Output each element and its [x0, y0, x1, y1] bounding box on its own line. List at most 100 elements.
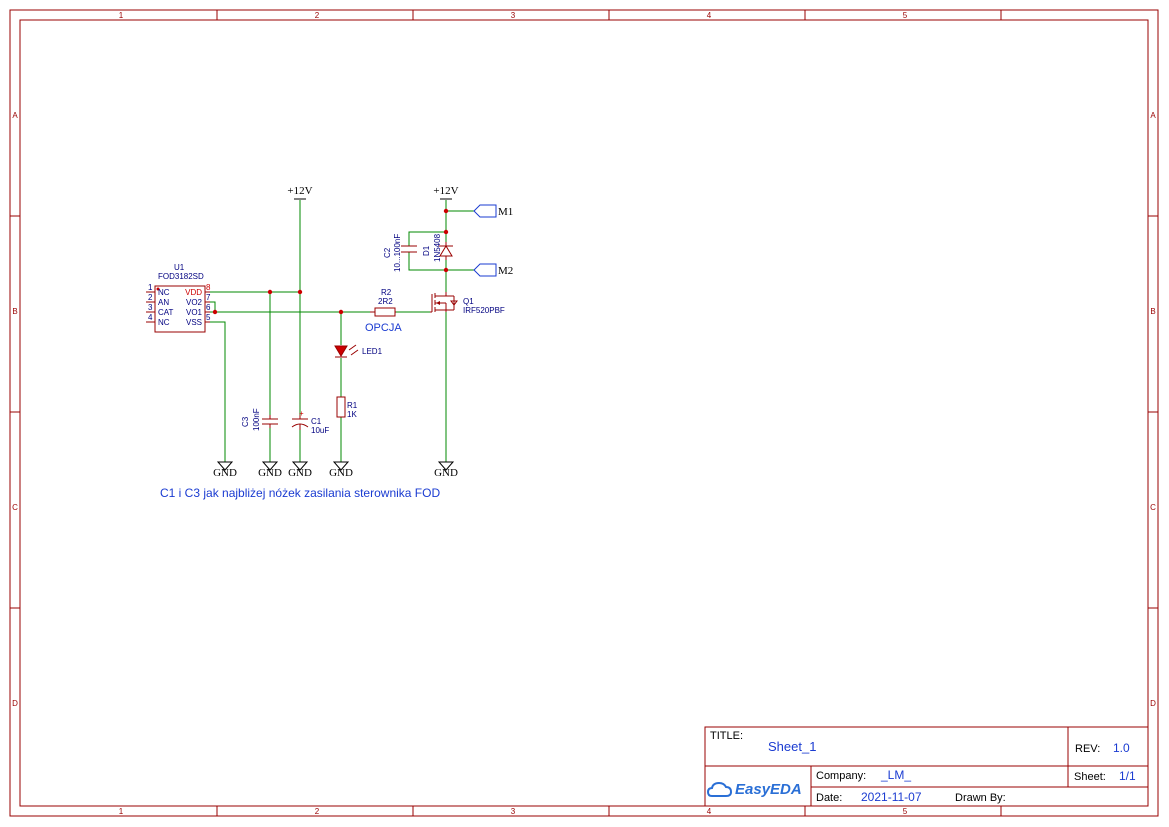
u1-pin4-name: NC	[158, 318, 170, 327]
u1-pin2-name: AN	[158, 298, 169, 307]
junction-m2	[443, 267, 449, 273]
zone-row-b-left: B	[12, 307, 17, 316]
note-caption: C1 i C3 jak najbliżej nóżek zasilania st…	[160, 486, 440, 500]
sheet-value: 1/1	[1119, 769, 1136, 783]
c3-value: 100nF	[252, 408, 261, 431]
schematic-sheet: 1 2 3 4 5 1 2 3 4 5 A B C D A B C D +12V…	[9, 9, 1159, 817]
capacitor-c2: C2 10...100nF	[383, 234, 417, 272]
gnd-label-vss: GND	[213, 467, 237, 479]
zone-row-d-left: D	[12, 699, 18, 708]
junctions	[212, 208, 449, 315]
u1-designator: U1	[174, 263, 185, 272]
gnd-label-r1: GND	[329, 467, 353, 479]
r1-designator: R1	[347, 401, 358, 410]
company-value: _LM_	[880, 768, 911, 782]
u1-value: FOD3182SD	[158, 272, 204, 281]
zone-col-5-bottom: 5	[903, 807, 908, 816]
rev-value: 1.0	[1113, 741, 1130, 755]
u1-pin6-num: 6	[206, 303, 211, 312]
title-label: TITLE:	[710, 730, 743, 742]
junction-m1	[443, 208, 449, 214]
c2-value: 10...100nF	[393, 234, 402, 272]
power-12v-right: +12V	[433, 185, 459, 200]
u1-pin4-num: 4	[148, 313, 153, 322]
r2-value: 2R2	[378, 297, 393, 306]
zone-row-c-right: C	[1150, 503, 1156, 512]
u1-pin6-name: VO1	[186, 308, 203, 317]
zone-col-4-top: 4	[707, 11, 712, 20]
zone-col-3-top: 3	[511, 11, 516, 20]
d1-value: 1N5408	[433, 233, 442, 262]
gnd-label-c3: GND	[258, 467, 282, 479]
date-value: 2021-11-07	[861, 790, 922, 804]
zone-row-d-right: D	[1150, 699, 1156, 708]
u1-pin7-name: VO2	[186, 298, 203, 307]
zone-col-3-bottom: 3	[511, 807, 516, 816]
led-led1: LED1	[334, 344, 383, 358]
gnd-symbols: GND GND GND GND GND	[213, 461, 458, 479]
r2-designator: R2	[381, 288, 392, 297]
rev-label: REV:	[1075, 743, 1100, 755]
gnd-symbol-vss: GND	[213, 461, 237, 479]
c1-plus-sign: +	[299, 409, 304, 418]
junction-vdd-c1	[297, 289, 303, 295]
gnd-symbol-q1: GND	[434, 461, 458, 479]
net-label-12v-right: +12V	[433, 185, 458, 197]
resistor-r2: R2 2R2	[370, 288, 396, 317]
r1-value: 1K	[347, 410, 357, 419]
zone-col-1-top: 1	[119, 11, 124, 20]
junction-led	[338, 309, 344, 315]
led1-designator: LED1	[362, 347, 383, 356]
port-m1: M1	[473, 204, 513, 218]
easyeda-logo-text: EasyEDA	[735, 781, 802, 798]
title-value: Sheet_1	[768, 739, 816, 754]
zone-col-2-bottom: 2	[315, 807, 320, 816]
diode-d1: D1 1N5408	[422, 233, 453, 262]
easyeda-logo: EasyEDA	[706, 781, 802, 798]
c1-designator: C1	[311, 417, 322, 426]
zone-col-4-bottom: 4	[707, 807, 712, 816]
u1-pin3-num: 3	[148, 303, 153, 312]
date-label: Date:	[816, 792, 842, 804]
sheet-label: Sheet:	[1074, 771, 1106, 783]
u1-pin2-num: 2	[148, 293, 153, 302]
u1-pin8-name: VDD	[185, 288, 202, 297]
sheet-frame: 1 2 3 4 5 1 2 3 4 5 A B C D A B C D	[9, 9, 1159, 817]
port-m2-label: M2	[498, 265, 513, 277]
mosfet-q1: Q1 IRF520PBF	[430, 292, 505, 315]
capacitor-c3: C3 100nF	[241, 408, 278, 431]
port-m1-label: M1	[498, 206, 513, 218]
q1-designator: Q1	[463, 297, 474, 306]
c1-value: 10uF	[311, 426, 329, 435]
zone-col-5-top: 5	[903, 11, 908, 20]
gnd-symbol-c3: GND	[258, 461, 282, 479]
u1-pin5-num: 5	[206, 313, 211, 322]
u1-optocoupler: U1 FOD3182SD 1 NC 2 AN 3 CAT 4 NC 8 VDD …	[146, 263, 211, 333]
zone-col-1-bottom: 1	[119, 807, 124, 816]
resistor-r1: R1 1K	[336, 396, 358, 419]
u1-pin8-num: 8	[206, 283, 211, 292]
junction-vdd-c3	[267, 289, 273, 295]
d1-designator: D1	[422, 245, 431, 256]
drawn-by-label: Drawn By:	[955, 792, 1006, 804]
port-m2: M2	[473, 263, 513, 277]
zone-row-c-left: C	[12, 503, 18, 512]
gnd-label-q1: GND	[434, 467, 458, 479]
c3-designator: C3	[241, 416, 250, 427]
power-12v-left: +12V	[287, 185, 313, 200]
company-label: Company:	[816, 770, 866, 782]
u1-pin1-num: 1	[148, 283, 153, 292]
u1-pin7-num: 7	[206, 293, 211, 302]
gnd-symbol-c1: GND	[288, 461, 312, 479]
note-option: OPCJA	[365, 322, 402, 334]
zone-row-a-right: A	[1150, 111, 1156, 120]
c2-designator: C2	[383, 247, 392, 258]
gnd-symbol-r1: GND	[329, 461, 353, 479]
capacitor-c1: + C1 10uF	[291, 409, 329, 435]
junction-vo1	[212, 309, 218, 315]
zone-col-2-top: 2	[315, 11, 320, 20]
u1-pin5-name: VSS	[186, 318, 202, 327]
zone-row-b-right: B	[1150, 307, 1155, 316]
u1-pin3-name: CAT	[158, 308, 174, 317]
zone-row-a-left: A	[12, 111, 18, 120]
